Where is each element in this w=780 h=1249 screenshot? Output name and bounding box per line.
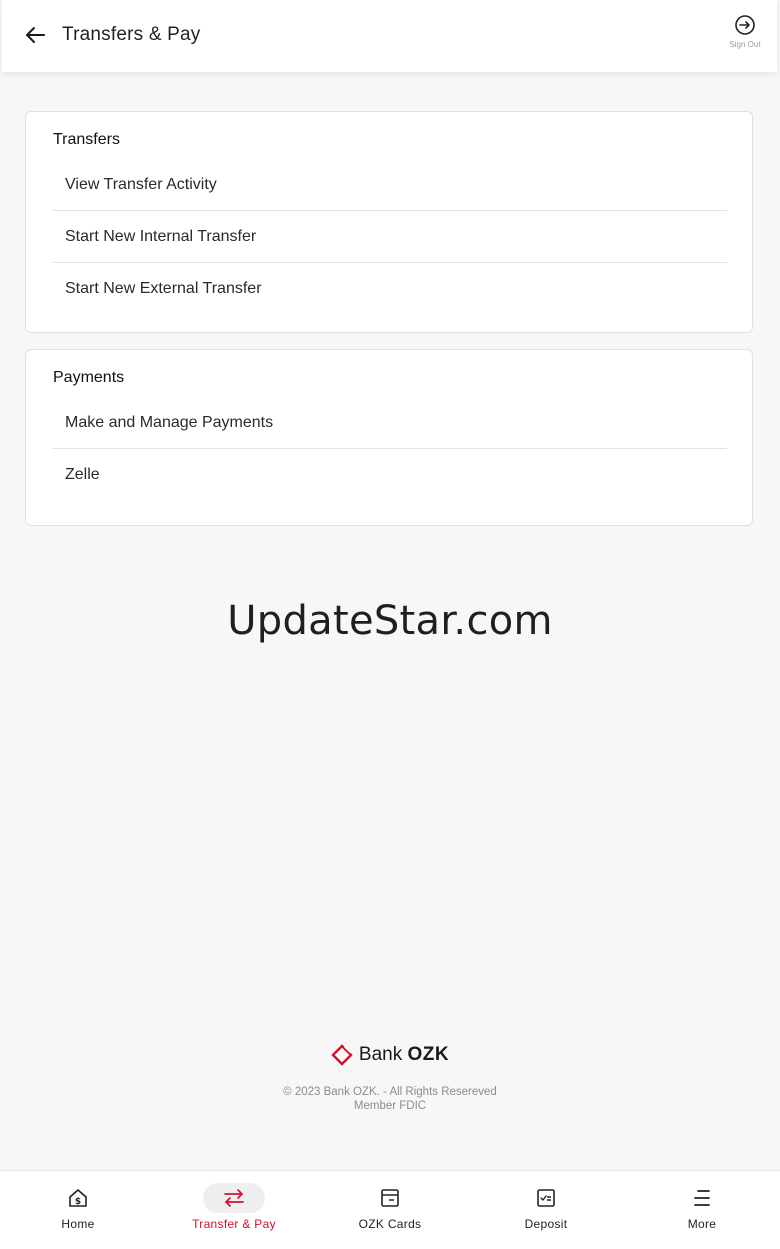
bank-logo: Bank OZK [0, 1044, 780, 1066]
copyright-block: © 2023 Bank OZK. - All Rights Resereved … [0, 1085, 780, 1113]
zelle-item[interactable]: Zelle [53, 449, 727, 501]
tab-transfer-pay[interactable]: Transfer & Pay [156, 1171, 312, 1249]
view-transfer-activity-item[interactable]: View Transfer Activity [53, 159, 727, 211]
top-app-bar: Transfers & Pay Sign Out [2, 0, 777, 72]
ozk-diamond-icon [331, 1044, 353, 1066]
tab-deposit[interactable]: Deposit [468, 1171, 624, 1249]
brand-name: Bank OZK [358, 1044, 450, 1065]
payments-card: Payments Make and Manage Payments Zelle [25, 349, 753, 526]
back-button[interactable] [18, 18, 52, 52]
watermark-text: UpdateStar.com [227, 598, 553, 644]
sign-out-label: Sign Out [729, 40, 761, 49]
payments-section-title: Payments [53, 369, 125, 386]
transfers-card: Transfers View Transfer Activity Start N… [25, 111, 753, 333]
tab-ozk-cards[interactable]: OZK Cards [312, 1171, 468, 1249]
home-dollar-icon: $ [69, 1189, 87, 1207]
tab-deposit-label: Deposit [524, 1217, 568, 1231]
sign-out-button[interactable]: Sign Out [725, 14, 765, 49]
card-icon [381, 1189, 399, 1207]
svg-text:$: $ [75, 1197, 81, 1207]
start-internal-transfer-item[interactable]: Start New Internal Transfer [53, 211, 727, 263]
make-manage-payments-item[interactable]: Make and Manage Payments [53, 397, 727, 449]
bottom-navigation: $ Home Transfer & Pay OZK Cards Deposit … [0, 1170, 780, 1249]
transfers-menu: View Transfer Activity Start New Interna… [53, 159, 727, 315]
sign-out-icon [735, 15, 755, 35]
tab-ozk-cards-label: OZK Cards [358, 1217, 422, 1231]
fdic-text: Member FDIC [353, 1100, 427, 1112]
check-deposit-icon [537, 1189, 555, 1207]
tab-more[interactable]: More [624, 1171, 780, 1249]
menu-icon [694, 1190, 710, 1206]
tab-home[interactable]: $ Home [0, 1171, 156, 1249]
transfer-arrows-icon [224, 1189, 244, 1207]
arrow-left-icon [26, 27, 45, 43]
tab-home-label: Home [61, 1217, 95, 1231]
transfers-section-title: Transfers [53, 131, 120, 148]
payments-menu: Make and Manage Payments Zelle [53, 397, 727, 501]
start-external-transfer-item[interactable]: Start New External Transfer [53, 263, 727, 315]
page-title: Transfers & Pay [62, 24, 201, 45]
tab-more-label: More [687, 1217, 717, 1231]
tab-transfer-pay-label: Transfer & Pay [192, 1217, 276, 1231]
copyright-text: © 2023 Bank OZK. - All Rights Resereved [283, 1086, 497, 1098]
